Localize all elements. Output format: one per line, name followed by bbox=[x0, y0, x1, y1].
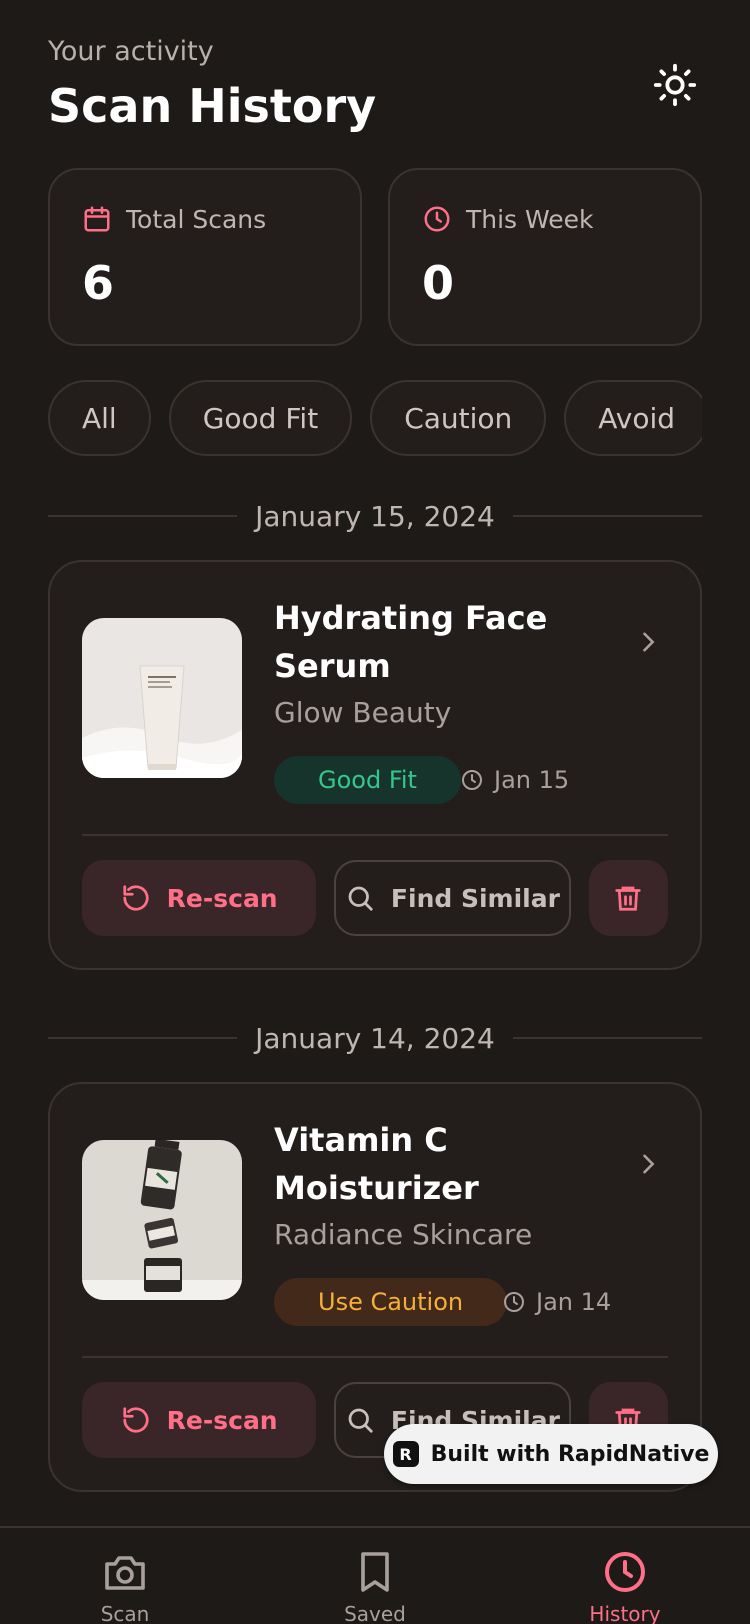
product-brand: Radiance Skincare bbox=[274, 1218, 533, 1251]
scan-date-label: Jan 15 bbox=[494, 766, 570, 794]
search-icon bbox=[348, 886, 373, 911]
filter-chip-caution[interactable]: Caution bbox=[370, 380, 547, 456]
scan-date-label: Jan 14 bbox=[536, 1288, 612, 1316]
status-badge: Use Caution bbox=[274, 1278, 508, 1326]
date-separator: January 14, 2024 bbox=[48, 1018, 702, 1058]
product-image bbox=[82, 618, 242, 778]
filter-chip-all[interactable]: All bbox=[48, 380, 151, 456]
clock-icon bbox=[504, 1292, 524, 1312]
clock-icon bbox=[605, 1552, 645, 1592]
nav-tab-label: Saved bbox=[344, 1602, 406, 1624]
product-brand: Glow Beauty bbox=[274, 696, 452, 729]
scan-date: Jan 14 bbox=[502, 1278, 611, 1326]
stat-value: 0 bbox=[422, 256, 455, 310]
stat-label: This Week bbox=[466, 204, 594, 234]
find-similar-label: Find Similar bbox=[390, 883, 560, 913]
filter-chips: All Good Fit Caution Avoid bbox=[48, 380, 702, 456]
bottom-nav: Scan Saved History bbox=[0, 1526, 750, 1624]
stat-card-total: Total Scans 6 bbox=[48, 168, 362, 346]
date-separator-label: January 15, 2024 bbox=[255, 499, 495, 533]
header: Your activity Scan History bbox=[48, 34, 702, 134]
stats-row: Total Scans 6 This Week 0 bbox=[48, 168, 702, 346]
page-subtitle: Your activity bbox=[48, 36, 214, 67]
product-name: Hydrating Face Serum bbox=[274, 599, 548, 685]
delete-button[interactable] bbox=[588, 860, 668, 936]
filter-chip-avoid[interactable]: Avoid bbox=[564, 380, 702, 456]
card-actions: Re-scan Find Similar bbox=[82, 860, 668, 936]
status-badge: Good Fit bbox=[274, 756, 461, 804]
nav-tab-label: History bbox=[589, 1602, 661, 1624]
divider bbox=[48, 515, 238, 517]
page-title: Scan History bbox=[48, 79, 377, 133]
scan-card[interactable]: Hydrating Face Serum Glow Beauty Good Fi… bbox=[48, 560, 702, 970]
search-icon bbox=[348, 1408, 373, 1433]
nav-tab-scan[interactable]: Scan bbox=[50, 1548, 200, 1624]
stat-label: Total Scans bbox=[126, 204, 267, 234]
stat-value: 6 bbox=[82, 256, 115, 310]
nav-tab-saved[interactable]: Saved bbox=[300, 1548, 450, 1624]
scan-history-screen: Your activity Scan History Total Scans 6 bbox=[0, 0, 750, 1624]
divider bbox=[512, 515, 702, 517]
rotate-ccw-icon bbox=[123, 1407, 149, 1433]
chevron-right-icon[interactable] bbox=[634, 1150, 662, 1182]
calendar-icon bbox=[84, 206, 110, 232]
nav-tab-history[interactable]: History bbox=[550, 1548, 700, 1624]
divider bbox=[82, 1356, 668, 1358]
rescan-label: Re-scan bbox=[166, 1405, 278, 1435]
divider bbox=[82, 834, 668, 836]
nav-tab-label: Scan bbox=[100, 1602, 150, 1624]
trash-icon bbox=[615, 886, 641, 911]
filter-chip-good-fit[interactable]: Good Fit bbox=[168, 380, 353, 456]
date-separator-label: January 14, 2024 bbox=[255, 1021, 495, 1055]
rotate-ccw-icon bbox=[123, 885, 149, 911]
built-with-badge[interactable]: R Built with RapidNative bbox=[384, 1424, 718, 1484]
clock-icon bbox=[462, 770, 482, 790]
theme-toggle-button[interactable] bbox=[648, 58, 702, 112]
product-image bbox=[82, 1140, 242, 1300]
camera-icon bbox=[105, 1556, 145, 1590]
built-with-label: Built with RapidNative bbox=[430, 1441, 710, 1467]
scan-date: Jan 15 bbox=[460, 756, 569, 804]
find-similar-button[interactable]: Find Similar bbox=[334, 860, 571, 936]
chevron-right-icon[interactable] bbox=[634, 628, 662, 660]
rescan-button[interactable]: Re-scan bbox=[82, 860, 317, 936]
bookmark-icon bbox=[361, 1552, 389, 1592]
divider bbox=[48, 1037, 238, 1039]
clock-icon bbox=[424, 206, 450, 232]
sun-icon bbox=[653, 63, 697, 107]
divider bbox=[512, 1037, 702, 1039]
rescan-label: Re-scan bbox=[166, 883, 278, 913]
product-name: Vitamin C Moisturizer bbox=[274, 1121, 479, 1207]
stat-card-week: This Week 0 bbox=[388, 168, 702, 346]
rescan-button[interactable]: Re-scan bbox=[82, 1382, 317, 1458]
date-separator: January 15, 2024 bbox=[48, 496, 702, 536]
rapidnative-logo-icon: R bbox=[392, 1441, 419, 1467]
